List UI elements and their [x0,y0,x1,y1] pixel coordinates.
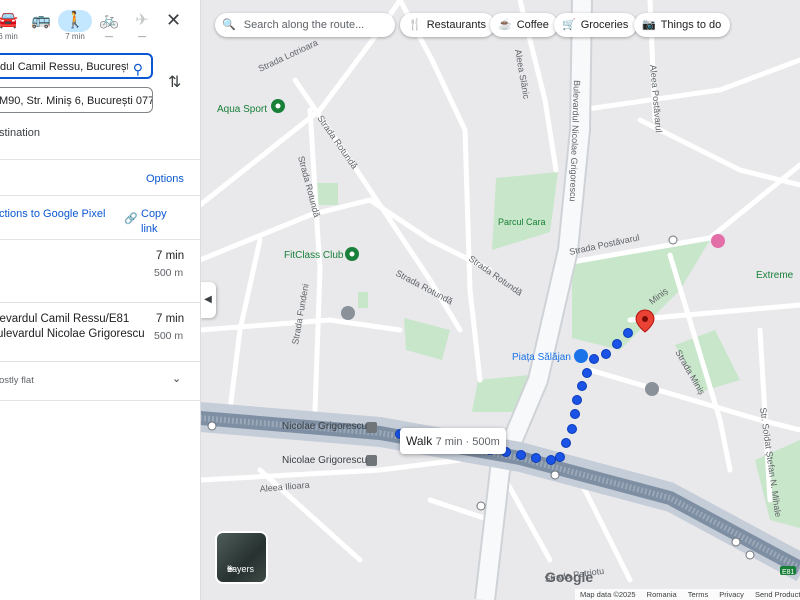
mode-flights[interactable]: ✈ — [125,10,159,41]
label-strada-fundeni: Strada Fundeni [290,283,311,345]
walk-info-bubble[interactable]: Walk 7 min · 500m [400,428,506,454]
label-piata-salajan: Piața Sălăjan [512,352,571,363]
chip-things-to-do[interactable]: 📷 Things to do [634,13,731,37]
label-strada-rotunda-3: Strada Rotundă [467,253,524,297]
layers-button[interactable]: ◈ Layers [215,531,268,584]
label-aleea-slanic: Aleea Slănic [513,49,532,101]
chip-restaurants[interactable]: 🍴 Restaurants [400,13,496,37]
school-poi[interactable] [341,306,355,320]
terms-link[interactable]: Terms [688,590,708,599]
bus-stop-2[interactable] [207,421,217,431]
search-along-route[interactable]: 🔍 Search along the route... [215,13,395,37]
bus-stop-6[interactable] [745,550,755,560]
google-logo: Google [545,569,593,585]
feedback-link[interactable]: Send Product Feedback [755,590,800,599]
walk-label: Walk [406,434,433,448]
label-strada-lotrioara: Strada Lotrioara [257,37,320,73]
label-nicolae-grigorescu: Nicolae Grigorescu [282,421,367,432]
privacy-link[interactable]: Privacy [719,590,744,599]
send-to-device-link[interactable]: ctions to Google Pixel [0,208,105,220]
close-directions-button[interactable]: ✕ [166,10,181,31]
label-strada-rotunda: Strada Rotundă [315,113,359,170]
coffee-icon: ☕ [498,19,512,31]
walk-icon: 🚶 [58,10,92,32]
route-option-2[interactable]: levardul Camil Ressu/E81 ulevardul Nicol… [0,303,200,361]
plane-icon: ✈ [135,12,149,29]
add-destination[interactable]: stination [0,127,40,139]
origin-input[interactable]: dul Camil Ressu, București ⚲ [0,53,153,79]
hotel-poi[interactable] [711,234,725,248]
search-icon: 🔍 [222,19,236,31]
park-small [316,183,338,205]
search-icon[interactable]: ⚲ [133,57,143,77]
label-e81: E81 [782,569,795,576]
label-aleea-ilioara: Aleea Ilioara [259,480,310,494]
mode-walking[interactable]: 🚶 7 min [58,10,92,41]
car-icon: 🚘 [0,12,18,29]
divider [0,195,200,196]
collapse-panel-button[interactable]: ◀ [200,282,216,318]
label-aqua-sport: Aqua Sport [217,104,267,115]
label-extreme: Extreme [756,270,794,281]
park-cara [492,172,558,250]
bus-stop-5[interactable] [731,537,741,547]
map-data-text: Map data ©2025 [580,590,636,599]
swap-icon[interactable]: ⇅ [168,72,181,92]
divider [0,159,200,160]
mode-cycling[interactable]: 🚲 — [92,10,126,41]
mode-driving[interactable]: 🚘 6 min [0,10,25,41]
park-small-2 [358,292,368,308]
park-patch [404,318,450,360]
link-icon: 🔗 [124,213,138,225]
label-nicolae-grigorescu-2: Nicolae Grigorescu [282,455,367,466]
directions-panel: 🚘 6 min 🚌 🚶 7 min 🚲 — ✈ — ✕ dul Camil Re… [0,0,201,600]
chip-groceries[interactable]: 🛒 Groceries [554,13,638,37]
chevron-down-icon[interactable]: ⌄ [172,372,181,385]
divider [0,400,200,401]
camera-icon: 📷 [642,19,656,31]
metro-icon-2[interactable] [366,455,377,466]
region-link[interactable]: Romania [647,590,677,599]
map-svg: Strada Lotrioara Aqua Sport Strada Rotun… [200,0,800,600]
metro-icon[interactable] [366,422,377,433]
shop-poi[interactable] [574,349,588,363]
map-canvas[interactable]: Strada Lotrioara Aqua Sport Strada Rotun… [200,0,800,600]
school-poi-2[interactable] [645,382,659,396]
route-option-1[interactable]: l 7 min 500 m [0,240,200,302]
map-footer: Map data ©2025 Romania Terms Privacy Sen… [575,589,800,600]
cart-icon: 🛒 [562,19,576,31]
chip-coffee[interactable]: ☕ Coffee [490,13,558,37]
destination-input[interactable]: M90, Str. Miniș 6, București 07716 [0,87,153,113]
bus-stop-3[interactable] [476,501,486,511]
walk-detail: 7 min · 500m [435,436,500,448]
label-fitclass: FitClass Club [284,250,344,261]
bike-icon: 🚲 [99,12,119,29]
label-parcul-cara: Parcul Cara [498,217,546,227]
bus-stop-4[interactable] [550,470,560,480]
bus-icon: 🚌 [31,12,51,29]
options-button[interactable]: Options [146,173,184,185]
search-placeholder: Search along the route... [243,19,365,31]
bus-stop-1[interactable] [668,235,678,245]
terrain-note: ostly flat [0,375,34,386]
divider [0,361,200,362]
restaurant-icon: 🍴 [408,19,422,31]
mode-transit[interactable]: 🚌 [24,10,58,32]
